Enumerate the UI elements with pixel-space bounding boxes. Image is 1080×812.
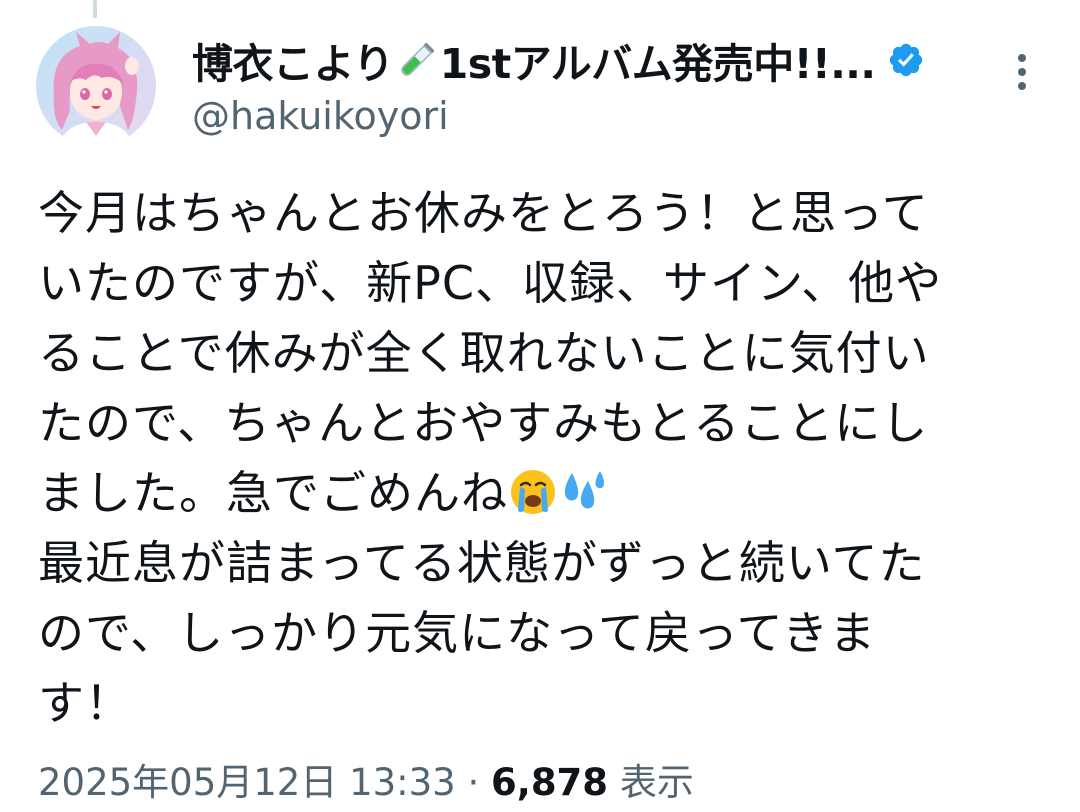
- tweet-line: 最近息が詰まってる状態がずっと続いてた: [38, 536, 926, 590]
- tweet-line: ました。急でごめんね: [38, 466, 508, 520]
- tweet-line: ので、しっかり元気になって戻ってきま: [38, 606, 877, 660]
- tweet-line-with-emoji: ました。急でごめんね: [38, 458, 1048, 528]
- views-label: 表示: [619, 761, 694, 804]
- verified-badge-icon: [887, 41, 925, 79]
- tweet-line: す！: [38, 676, 132, 730]
- tweet-line: いたのですが、新PC、収録、サイン、他や: [38, 256, 943, 310]
- thread-connector-line: [93, 0, 97, 18]
- tweet-line: 今月はちゃんとお休みをとろう！と思って: [38, 186, 929, 240]
- author-display-name[interactable]: 博衣こより: [192, 30, 394, 90]
- tweet-timestamp[interactable]: 2025年05月12日 13:33: [38, 761, 456, 804]
- author-handle[interactable]: @hakuikoyori: [192, 94, 980, 138]
- tweet-meta: 2025年05月12日 13:33 · 6,878 表示: [38, 752, 694, 806]
- author-name-row[interactable]: 博衣こより 1stアルバム発売中!!...: [192, 28, 980, 92]
- avatar[interactable]: [36, 26, 156, 146]
- test-tube-icon: [396, 39, 438, 81]
- meta-separator: ·: [467, 761, 480, 804]
- sweat-droplets-icon: [558, 466, 608, 536]
- tweet-line: たので、ちゃんとおやすみもとることにし: [38, 396, 929, 450]
- tweet-text: 今月はちゃんとお休みをとろう！と思って いたのですが、新PC、収録、サイン、他や…: [38, 178, 1048, 738]
- more-options-button[interactable]: [1000, 50, 1044, 94]
- author-name-suffix[interactable]: 1stアルバム発売中!!...: [440, 30, 876, 90]
- tweet-line: ることで休みが全く取れないことに気付い: [38, 326, 930, 380]
- more-vertical-icon: [1018, 54, 1026, 90]
- avatar-image: [36, 26, 156, 146]
- tweet-header: 博衣こより 1stアルバム発売中!!... @hakuikoyori: [192, 28, 980, 138]
- views-count[interactable]: 6,878: [491, 761, 608, 804]
- crying-face-icon: [508, 466, 558, 536]
